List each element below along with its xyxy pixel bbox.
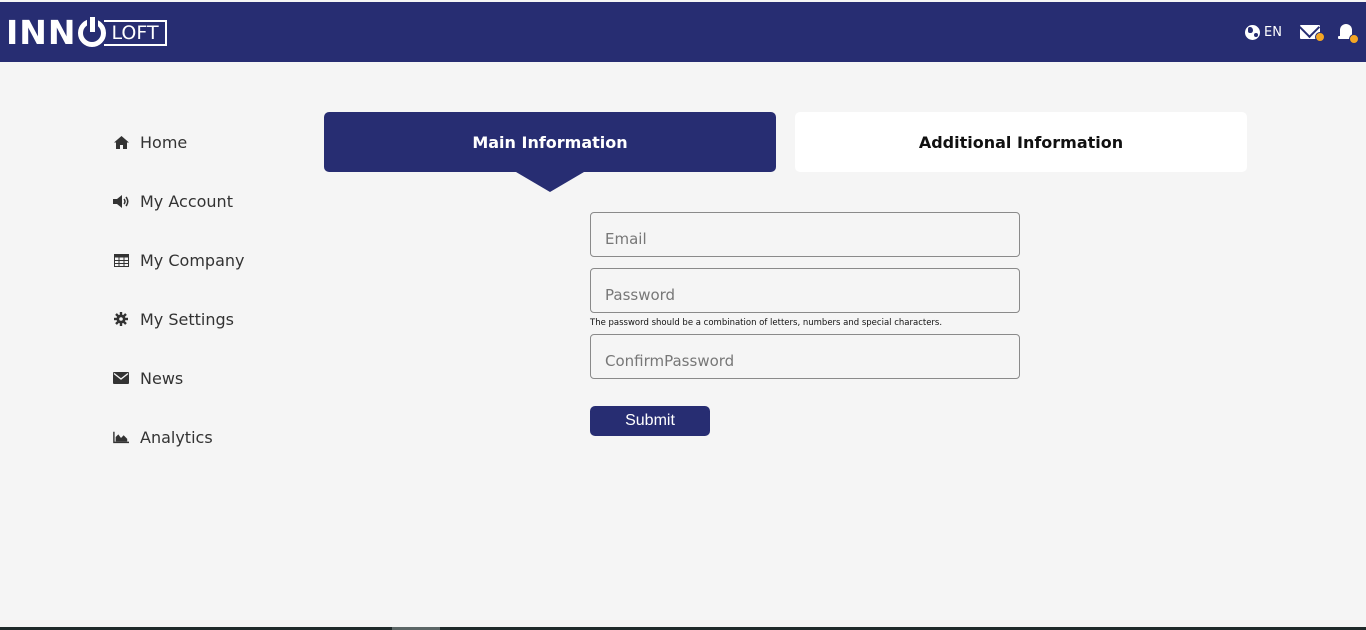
confirm-password-field[interactable] [590, 334, 1020, 379]
power-icon [77, 17, 106, 47]
sidebar-item-my-account[interactable]: My Account [113, 171, 313, 231]
submit-button[interactable]: Submit [590, 406, 710, 436]
top-navbar: INN LOFT EN [0, 2, 1366, 62]
home-icon [113, 134, 129, 150]
area-chart-icon [113, 429, 129, 445]
sidebar-nav: Home My Account My Company My Settings N… [113, 112, 313, 467]
header-actions: EN [1245, 2, 1359, 62]
messages-button[interactable] [1300, 25, 1325, 42]
tab-main-information[interactable]: Main Information [324, 112, 776, 192]
sidebar-item-label: Analytics [140, 427, 213, 447]
sidebar-item-news[interactable]: News [113, 348, 313, 408]
sidebar-item-label: My Company [140, 250, 245, 270]
email-field[interactable] [590, 212, 1020, 257]
password-field[interactable] [590, 268, 1020, 313]
notifications-bell-icon[interactable] [1338, 23, 1359, 44]
language-label: EN [1264, 24, 1282, 40]
profile-tabs: Main Information Additional Information [324, 112, 1247, 192]
table-icon [113, 252, 129, 268]
megaphone-icon [113, 193, 129, 209]
main-information-form: The password should be a combination of … [590, 212, 1020, 436]
innoloft-logo[interactable]: INN LOFT [6, 16, 167, 50]
sidebar-item-label: My Account [140, 191, 233, 211]
sidebar-item-home[interactable]: Home [113, 112, 313, 172]
logo-inno-text: INN [6, 13, 77, 52]
sidebar-item-label: Home [140, 132, 188, 152]
sidebar-item-my-company[interactable]: My Company [113, 230, 313, 290]
language-selector[interactable]: EN [1245, 24, 1282, 40]
globe-icon [1245, 24, 1261, 40]
tab-additional-information[interactable]: Additional Information [795, 112, 1247, 172]
sidebar-item-my-settings[interactable]: My Settings [113, 289, 313, 349]
logo-loft-text: LOFT [103, 20, 167, 46]
bell-notification-dot [1349, 34, 1359, 44]
gear-icon [113, 311, 129, 327]
password-hint: The password should be a combination of … [590, 318, 943, 328]
sidebar-item-analytics[interactable]: Analytics [113, 407, 313, 467]
messages-notification-dot [1315, 32, 1325, 42]
sidebar-item-label: My Settings [140, 309, 234, 329]
sidebar-item-label: News [140, 368, 184, 388]
envelope-icon [113, 370, 129, 386]
